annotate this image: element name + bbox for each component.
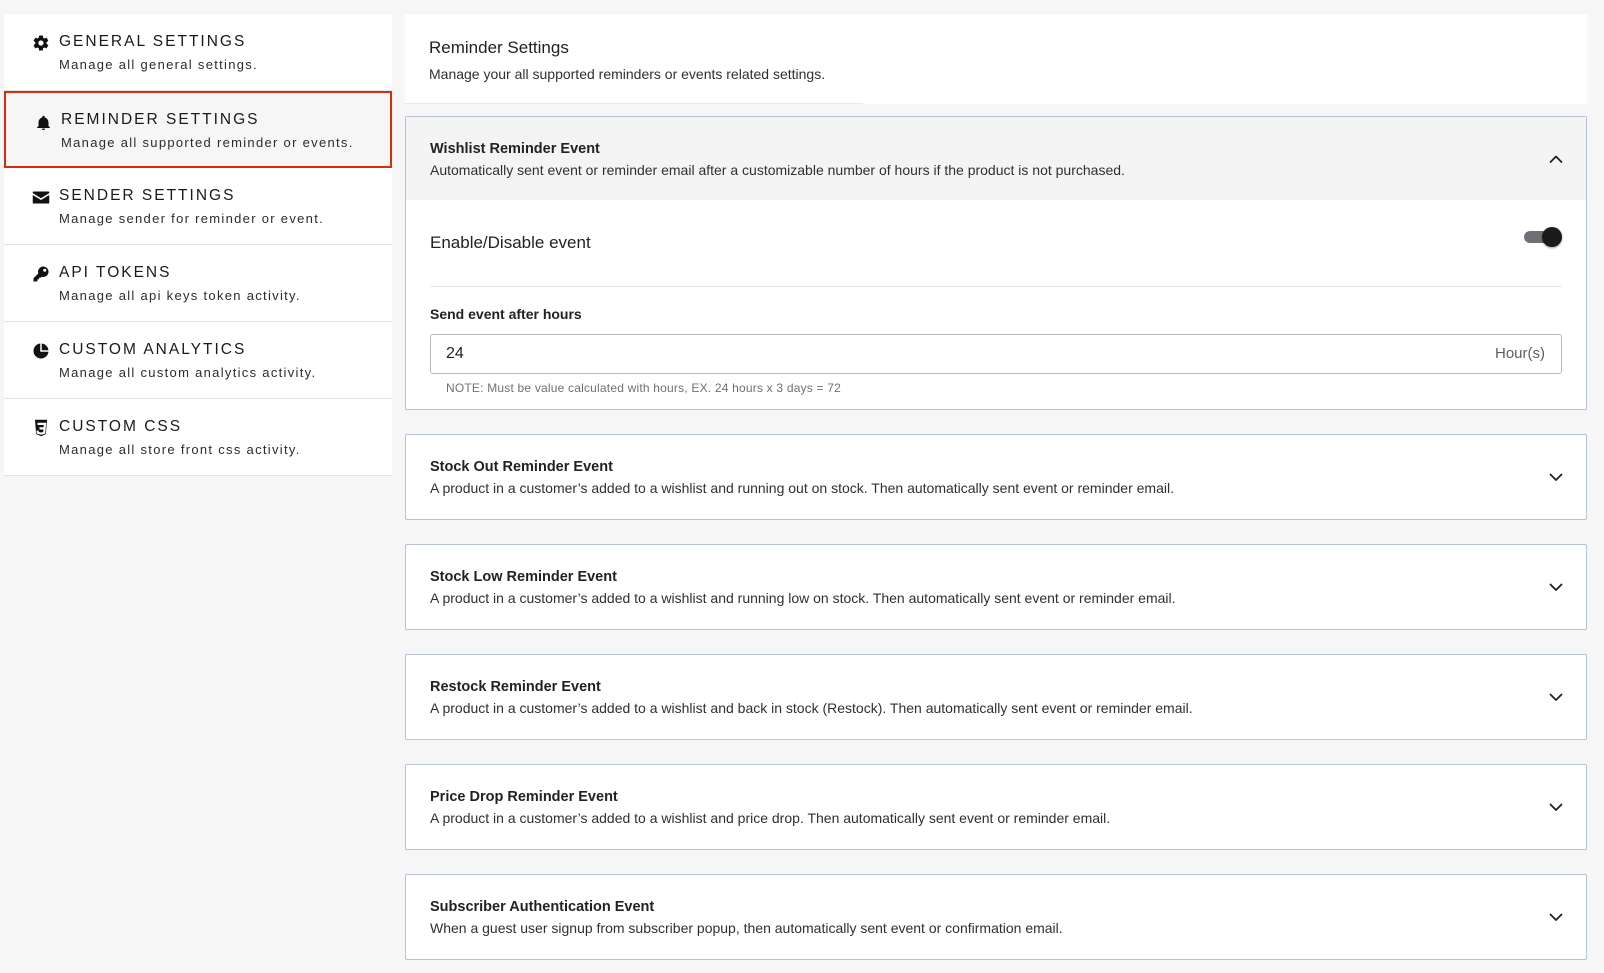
event-description: A product in a customer’s added to a wis… bbox=[430, 700, 1193, 716]
gear-icon bbox=[31, 33, 51, 53]
event-title: Price Drop Reminder Event bbox=[430, 789, 618, 805]
hours-note: NOTE: Must be value calculated with hour… bbox=[446, 381, 841, 395]
event-description: Automatically sent event or reminder ema… bbox=[430, 162, 1125, 178]
page-title: Reminder Settings bbox=[429, 38, 569, 57]
accordion-wishlist-reminder: Wishlist Reminder Event Automatically se… bbox=[405, 116, 1587, 410]
sidebar-item-desc: Manage all api keys token activity. bbox=[59, 288, 301, 303]
sidebar-item-desc: Manage all general settings. bbox=[59, 57, 259, 72]
accordion-header[interactable]: Restock Reminder Event A product in a cu… bbox=[406, 655, 1586, 739]
event-title: Restock Reminder Event bbox=[430, 679, 601, 695]
chevron-down-icon[interactable] bbox=[1548, 689, 1564, 705]
sidebar-item-title: CUSTOM ANALYTICS bbox=[59, 341, 247, 358]
sidebar-item-desc: Manage all store front css activity. bbox=[59, 442, 301, 457]
sidebar-item-reminder-settings[interactable]: REMINDER SETTINGS Manage all supported r… bbox=[4, 91, 392, 168]
sidebar-item-title: GENERAL SETTINGS bbox=[59, 33, 247, 50]
event-title: Wishlist Reminder Event bbox=[430, 141, 600, 157]
event-description: A product in a customer’s added to a wis… bbox=[430, 810, 1111, 826]
sidebar-item-title: SENDER SETTINGS bbox=[59, 187, 236, 204]
key-icon bbox=[31, 264, 51, 284]
css3-icon bbox=[31, 418, 51, 438]
toggle-knob bbox=[1542, 227, 1562, 247]
accordion-header[interactable]: Wishlist Reminder Event Automatically se… bbox=[406, 117, 1586, 200]
accordion-stock-low-reminder: Stock Low Reminder Event A product in a … bbox=[405, 544, 1587, 630]
event-title: Subscriber Authentication Event bbox=[430, 899, 655, 915]
hours-input[interactable] bbox=[431, 335, 1561, 373]
accordion-price-drop-reminder: Price Drop Reminder Event A product in a… bbox=[405, 764, 1587, 850]
toggle-label: Enable/Disable event bbox=[430, 233, 591, 252]
accordion-header[interactable]: Stock Out Reminder Event A product in a … bbox=[406, 435, 1586, 519]
event-title: Stock Low Reminder Event bbox=[430, 569, 617, 585]
event-description: When a guest user signup from subscriber… bbox=[430, 920, 1063, 936]
envelope-icon bbox=[31, 187, 51, 207]
chevron-down-icon[interactable] bbox=[1548, 579, 1564, 595]
main-content: Reminder Settings Manage your all suppor… bbox=[405, 14, 1587, 960]
enable-event-row: Enable/Disable event bbox=[430, 200, 1562, 287]
event-title: Stock Out Reminder Event bbox=[430, 459, 613, 475]
header-divider bbox=[405, 103, 863, 104]
settings-sidebar: GENERAL SETTINGS Manage all general sett… bbox=[4, 14, 392, 476]
accordion-header[interactable]: Subscriber Authentication Event When a g… bbox=[406, 875, 1586, 959]
sidebar-item-api-tokens[interactable]: API TOKENS Manage all api keys token act… bbox=[4, 245, 392, 322]
sidebar-item-desc: Manage sender for reminder or event. bbox=[59, 211, 325, 226]
accordion-header[interactable]: Price Drop Reminder Event A product in a… bbox=[406, 765, 1586, 849]
bell-icon bbox=[33, 113, 53, 133]
hours-field-label: Send event after hours bbox=[430, 306, 582, 322]
chevron-down-icon[interactable] bbox=[1548, 799, 1564, 815]
page-description: Manage your all supported reminders or e… bbox=[429, 66, 826, 82]
enable-event-toggle[interactable] bbox=[1524, 227, 1562, 247]
pie-chart-icon bbox=[31, 341, 51, 361]
event-description: A product in a customer’s added to a wis… bbox=[430, 480, 1174, 496]
accordion-body: Enable/Disable event Send event after ho… bbox=[406, 200, 1586, 409]
sidebar-item-title: CUSTOM CSS bbox=[59, 418, 183, 435]
accordion-stock-out-reminder: Stock Out Reminder Event A product in a … bbox=[405, 434, 1587, 520]
sidebar-item-custom-css[interactable]: CUSTOM CSS Manage all store front css ac… bbox=[4, 399, 392, 476]
accordion-subscriber-authentication: Subscriber Authentication Event When a g… bbox=[405, 874, 1587, 960]
sidebar-item-desc: Manage all supported reminder or events. bbox=[61, 135, 354, 150]
sidebar-item-title: REMINDER SETTINGS bbox=[61, 111, 260, 128]
sidebar-item-sender-settings[interactable]: SENDER SETTINGS Manage sender for remind… bbox=[4, 168, 392, 245]
hours-suffix: Hour(s) bbox=[1494, 345, 1545, 362]
chevron-down-icon[interactable] bbox=[1548, 469, 1564, 485]
sidebar-item-general-settings[interactable]: GENERAL SETTINGS Manage all general sett… bbox=[4, 14, 392, 91]
event-description: A product in a customer’s added to a wis… bbox=[430, 590, 1176, 606]
sidebar-item-title: API TOKENS bbox=[59, 264, 172, 281]
page-header: Reminder Settings Manage your all suppor… bbox=[405, 14, 1587, 104]
accordion-header[interactable]: Stock Low Reminder Event A product in a … bbox=[406, 545, 1586, 629]
hours-field: Hour(s) bbox=[430, 334, 1562, 374]
chevron-up-icon[interactable] bbox=[1548, 151, 1564, 167]
sidebar-item-custom-analytics[interactable]: CUSTOM ANALYTICS Manage all custom analy… bbox=[4, 322, 392, 399]
accordion-restock-reminder: Restock Reminder Event A product in a cu… bbox=[405, 654, 1587, 740]
sidebar-item-desc: Manage all custom analytics activity. bbox=[59, 365, 317, 380]
chevron-down-icon[interactable] bbox=[1548, 909, 1564, 925]
